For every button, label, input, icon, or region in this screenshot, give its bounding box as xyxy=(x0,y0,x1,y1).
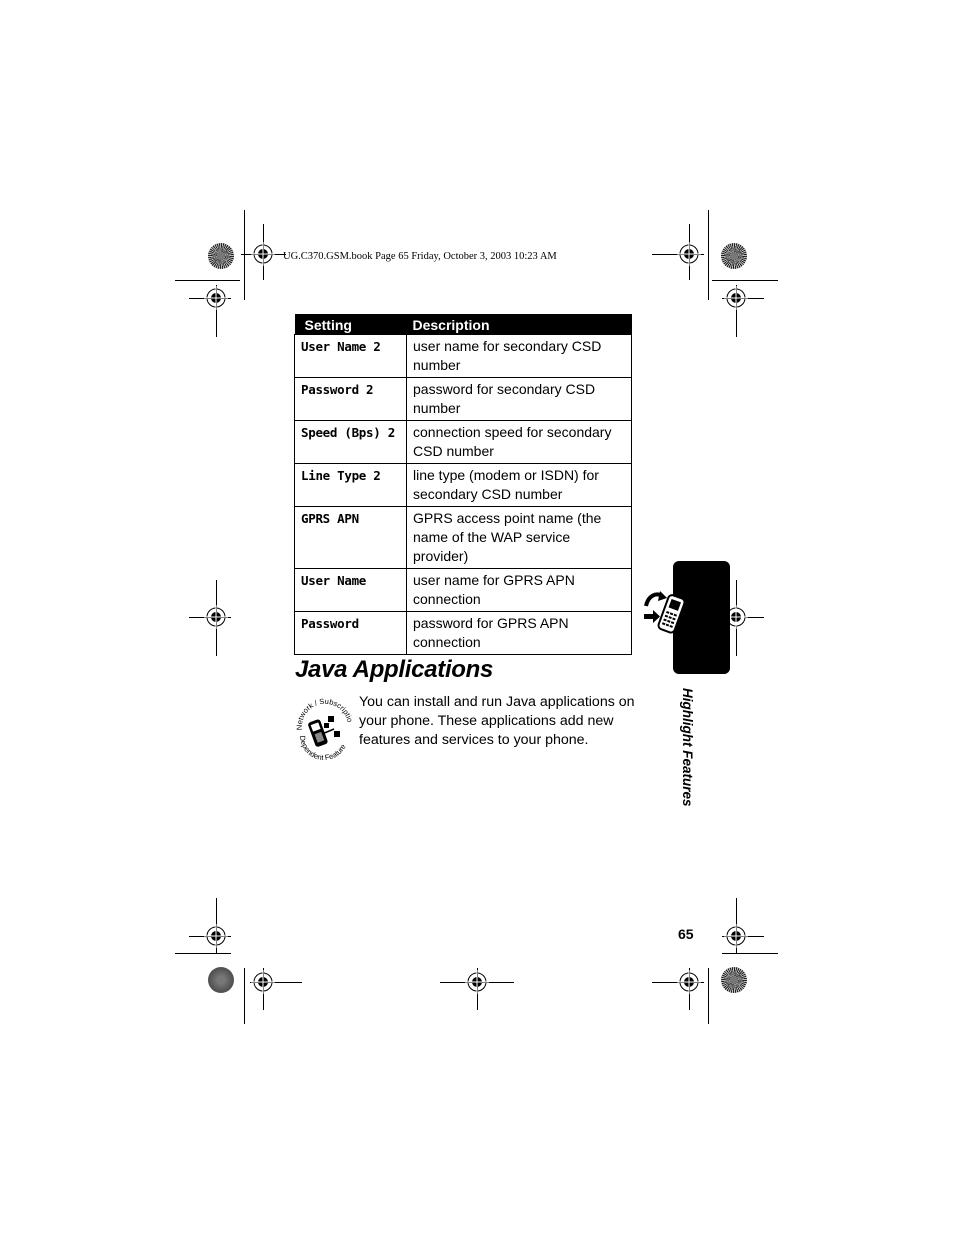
registration-mark-icon xyxy=(724,286,748,310)
table-row: Speed (Bps) 2 connection speed for secon… xyxy=(294,420,632,464)
registration-mark-icon xyxy=(251,970,275,994)
setting-name: Line Type 2 xyxy=(294,463,407,507)
table-header-row: Setting Description xyxy=(294,314,632,335)
table-row: Password password for GPRS APN connectio… xyxy=(294,611,632,655)
setting-description: connection speed for secondary CSD numbe… xyxy=(406,420,632,464)
registration-mark-icon xyxy=(251,242,275,266)
section-title: Java Applications xyxy=(295,656,494,683)
network-subscription-dependent-feature-icon: Network / Subscription Dependent Feature xyxy=(294,694,354,760)
column-header-setting: Setting xyxy=(294,314,407,335)
table-row: Password 2 password for secondary CSD nu… xyxy=(294,377,632,421)
color-target-icon xyxy=(208,243,234,269)
setting-description: user name for secondary CSD number xyxy=(406,334,632,378)
table-row: User Name 2 user name for secondary CSD … xyxy=(294,334,632,378)
color-target-icon xyxy=(721,243,747,269)
setting-description: password for secondary CSD number xyxy=(406,377,632,421)
color-target-icon xyxy=(721,967,747,993)
phone-arrows-icon xyxy=(644,591,686,634)
setting-description: user name for GPRS APN connection xyxy=(406,568,632,612)
page-number: 65 xyxy=(678,926,694,942)
setting-description: password for GPRS APN connection xyxy=(406,611,632,655)
table-row: GPRS APN GPRS access point name (the nam… xyxy=(294,506,632,569)
setting-name: User Name xyxy=(294,568,407,612)
registration-mark-icon xyxy=(677,970,701,994)
registration-mark-icon xyxy=(204,605,228,629)
registration-mark-icon xyxy=(724,924,748,948)
registration-mark-icon xyxy=(465,970,489,994)
setting-name: GPRS APN xyxy=(294,506,407,569)
table-row: User Name user name for GPRS APN connect… xyxy=(294,568,632,612)
registration-mark-icon xyxy=(204,924,228,948)
chapter-label: Highlight Features xyxy=(680,688,695,807)
registration-mark-icon xyxy=(204,286,228,310)
registration-mark-icon xyxy=(677,242,701,266)
setting-name: Speed (Bps) 2 xyxy=(294,420,407,464)
column-header-description: Description xyxy=(406,314,632,335)
setting-description: GPRS access point name (the name of the … xyxy=(406,506,632,569)
table-row: Line Type 2 line type (modem or ISDN) fo… xyxy=(294,463,632,507)
section-body: You can install and run Java application… xyxy=(359,694,635,748)
settings-table: Setting Description User Name 2 user nam… xyxy=(294,314,632,655)
color-target-icon xyxy=(208,967,234,993)
setting-description: line type (modem or ISDN) for secondary … xyxy=(406,463,632,507)
setting-name: Password xyxy=(294,611,407,655)
print-header: UG.C370.GSM.book Page 65 Friday, October… xyxy=(283,251,557,262)
setting-name: User Name 2 xyxy=(294,334,407,378)
setting-name: Password 2 xyxy=(294,377,407,421)
